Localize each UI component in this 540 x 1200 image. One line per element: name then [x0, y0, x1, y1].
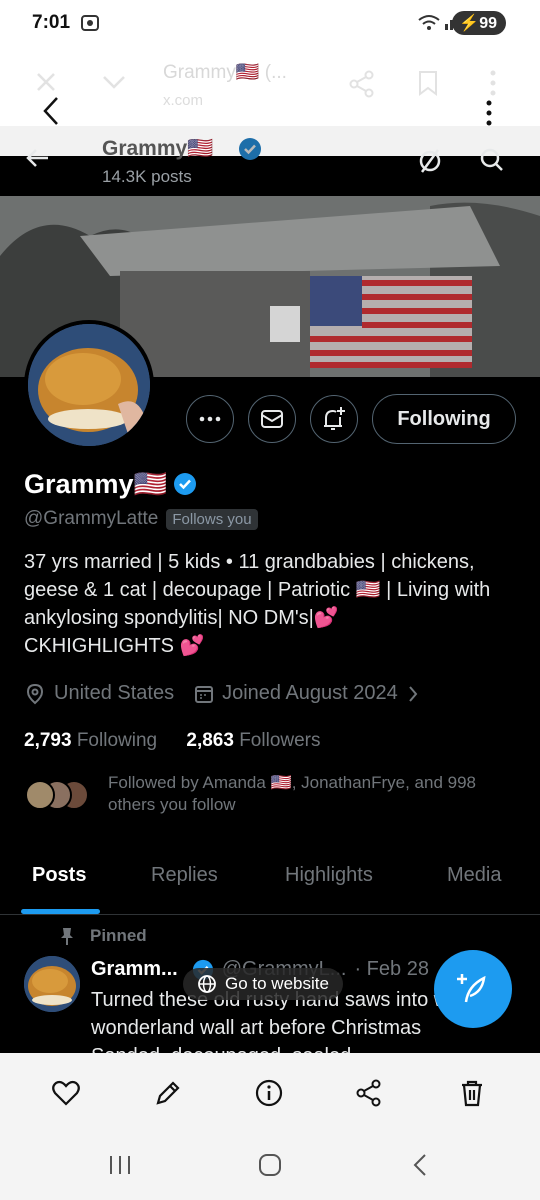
wifi-icon: [418, 14, 440, 32]
tab-posts[interactable]: Posts: [32, 864, 86, 887]
bell-plus-icon: [324, 407, 345, 430]
joined-text: Joined August 2024: [222, 682, 398, 704]
grok-icon[interactable]: [418, 148, 442, 174]
more-options-icon[interactable]: [486, 100, 492, 126]
envelope-icon: [261, 410, 283, 428]
chevron-down-icon[interactable]: [102, 74, 126, 90]
home-icon[interactable]: [258, 1153, 282, 1177]
back-arrow-icon[interactable]: [26, 148, 50, 168]
share-icon[interactable]: [351, 1075, 387, 1111]
tweet-avatar[interactable]: [24, 956, 80, 1012]
message-button[interactable]: [248, 395, 296, 443]
browser-url: x.com: [163, 92, 204, 109]
battery-indicator: ⚡99: [452, 11, 506, 35]
profile-handle: @GrammyLatte Follows you: [24, 508, 258, 530]
pin-icon: [58, 926, 76, 946]
more-button[interactable]: [186, 395, 234, 443]
following-button[interactable]: Following: [372, 394, 516, 444]
profile-name-text: Grammy🇺🇸: [24, 469, 168, 499]
edit-icon[interactable]: [150, 1075, 186, 1111]
browser-chrome: Grammy🇺🇸 (... x.com: [0, 46, 540, 126]
status-time: 7:01: [32, 12, 71, 33]
tweet-date[interactable]: · Feb 28: [354, 958, 428, 981]
header-name: Grammy🇺🇸: [102, 137, 214, 160]
screenshot-icon: [80, 13, 100, 33]
go-to-website-text: Go to website: [225, 974, 329, 993]
posts-count: 14.3K posts: [102, 167, 192, 186]
search-icon[interactable]: [480, 148, 504, 172]
profile-header-bar: Grammy🇺🇸 14.3K posts: [0, 137, 540, 196]
go-to-website-button[interactable]: Go to website: [183, 968, 343, 1000]
location-icon: [24, 683, 46, 705]
tab-media[interactable]: Media: [447, 864, 501, 887]
profile-tabs: Posts Replies Highlights Media: [0, 852, 540, 915]
close-icon[interactable]: [34, 70, 58, 94]
profile-name: Grammy🇺🇸: [24, 468, 197, 500]
profile-avatar[interactable]: [24, 320, 154, 450]
info-icon[interactable]: [251, 1075, 287, 1111]
handle-text: @GrammyLatte: [24, 508, 159, 529]
back-icon[interactable]: [42, 96, 60, 126]
location-text: United States: [54, 682, 175, 704]
verified-icon[interactable]: [173, 472, 197, 496]
profile-bio: 37 yrs married | 5 kids • 11 grandbabies…: [24, 551, 491, 657]
followed-by-avatars[interactable]: [24, 779, 94, 811]
compose-post-button[interactable]: [434, 950, 512, 1028]
heart-icon[interactable]: [48, 1075, 84, 1111]
system-navigation-bar: [0, 1133, 540, 1200]
pinned-text: Pinned: [90, 926, 147, 945]
follows-you-badge: Follows you: [166, 508, 258, 530]
menu-icon-faded[interactable]: [490, 70, 496, 96]
calendar-icon: [194, 684, 214, 704]
followers-count-link[interactable]: 2,863 Followers: [186, 730, 320, 751]
back-nav-icon[interactable]: [412, 1153, 428, 1177]
tweet-author-name[interactable]: Gramm...: [91, 958, 178, 981]
tab-replies[interactable]: Replies: [151, 864, 218, 887]
tab-highlights[interactable]: Highlights: [285, 864, 373, 887]
pinned-label: Pinned: [58, 926, 147, 946]
active-tab-indicator: [21, 909, 100, 914]
bookmark-icon[interactable]: [418, 70, 438, 96]
verified-icon-header: [238, 137, 262, 161]
recent-apps-icon[interactable]: [108, 1153, 132, 1177]
status-bar: 7:01 ⚡99: [0, 0, 540, 46]
following-count-link[interactable]: 2,793 Following: [24, 730, 157, 751]
bottom-toolbar: [0, 1053, 540, 1133]
trash-icon[interactable]: [454, 1075, 490, 1111]
ellipsis-icon: [199, 416, 221, 422]
notifications-button[interactable]: [310, 395, 358, 443]
browser-nav-strip: [0, 126, 540, 156]
profile-meta: United States Joined August 2024: [24, 682, 418, 705]
globe-icon: [197, 974, 217, 994]
chevron-right-icon[interactable]: [408, 685, 418, 703]
follow-counts: 2,793 Following 2,863 Followers: [24, 730, 321, 752]
share-icon-faded[interactable]: [348, 70, 376, 98]
followed-by-text[interactable]: Followed by Amanda 🇺🇸, JonathanFrye, and…: [108, 772, 518, 816]
feather-plus-icon: [457, 974, 486, 1003]
browser-title: Grammy🇺🇸 (...: [163, 62, 287, 83]
